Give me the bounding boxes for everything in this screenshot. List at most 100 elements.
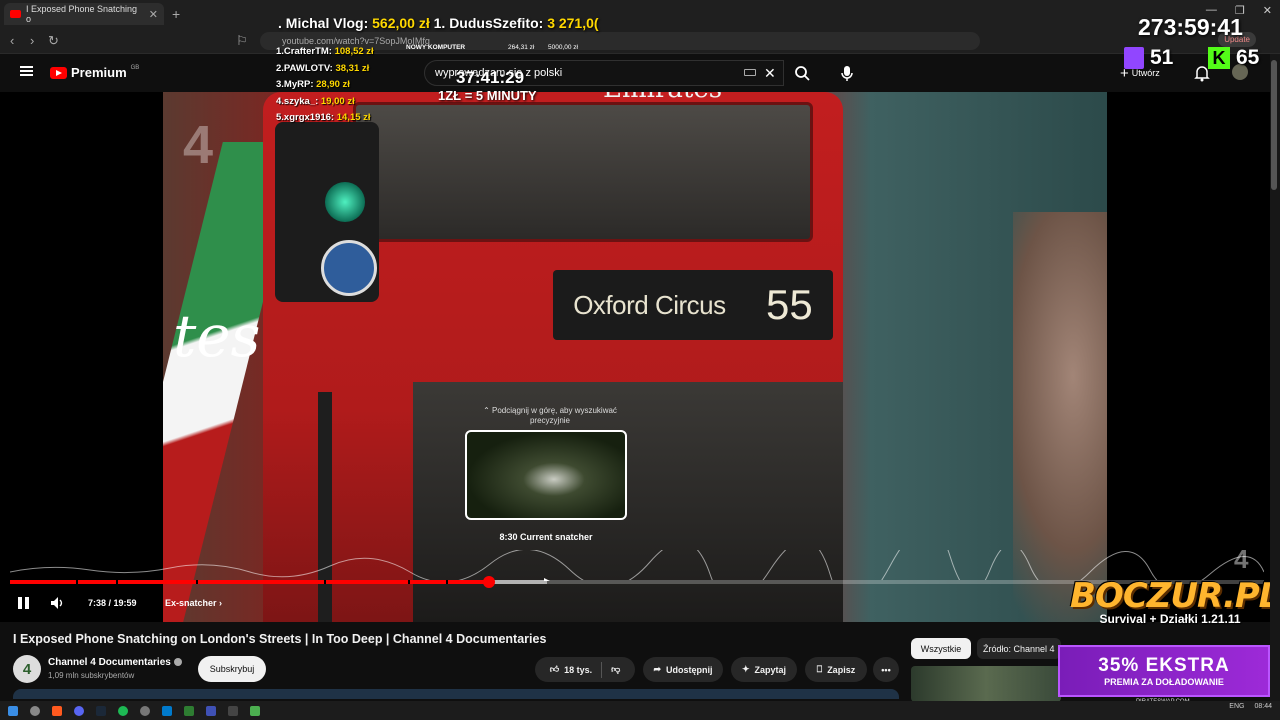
- scrub-hint: ⌃ Podciągnij w górę, aby wyszukiwać prec…: [483, 406, 617, 425]
- search-taskbar-icon[interactable]: [30, 705, 40, 716]
- region-badge: GB: [130, 65, 140, 71]
- browser-tab[interactable]: I Exposed Phone Snatching o ✕: [4, 3, 164, 25]
- subscriber-count: 1,09 mln subskrybentów: [48, 671, 135, 680]
- ahead-only-sign: [321, 240, 377, 296]
- goal-label: NOWY KOMPUTER: [406, 44, 466, 51]
- promo-banner: 35% EKSTRA PREMIA ZA DOŁADOWANIE: [1058, 645, 1270, 697]
- bus-upper-window: [353, 102, 813, 242]
- search-button[interactable]: [786, 60, 820, 86]
- windows-taskbar: [0, 701, 1280, 720]
- chapter-button[interactable]: Ex-snatcher ›: [165, 598, 222, 608]
- obs-icon[interactable]: [140, 705, 150, 716]
- app-icon[interactable]: [206, 705, 216, 716]
- vscode-icon[interactable]: [162, 705, 172, 716]
- dislike-button[interactable]: 👎︎: [611, 664, 620, 675]
- kick-count: 65: [1236, 46, 1260, 69]
- sparkle-icon: ✦: [741, 664, 750, 674]
- mouse-cursor: [544, 578, 550, 581]
- language-indicator[interactable]: ENG: [1229, 703, 1244, 710]
- goal-progress: 264,31 zł: [508, 44, 535, 51]
- like-count: 18 tys.: [564, 664, 593, 675]
- forward-icon[interactable]: ›: [30, 33, 34, 48]
- voice-search-button[interactable]: [836, 60, 858, 86]
- youtube-favicon-icon: [10, 10, 21, 18]
- route-number: 55: [766, 281, 813, 328]
- microphone-icon: [841, 66, 853, 81]
- bookmark-icon[interactable]: ⚐: [236, 33, 248, 49]
- preview-thumbnail: [465, 430, 627, 520]
- reload-icon[interactable]: ↻: [48, 33, 59, 49]
- green-arrow-light: [325, 182, 365, 222]
- boczur-title: BOCZUR.PL: [1070, 576, 1280, 616]
- minecraft-icon[interactable]: [250, 705, 260, 716]
- recommended-thumbnail[interactable]: [911, 666, 1061, 702]
- traffic-light-pole: [318, 392, 332, 622]
- terminal-icon[interactable]: [228, 705, 238, 716]
- thumbs-down-icon: 👎︎: [611, 664, 621, 674]
- clear-search-icon[interactable]: ✕: [764, 65, 776, 82]
- new-tab-icon[interactable]: +: [172, 6, 180, 22]
- pause-icon[interactable]: [18, 597, 30, 609]
- subathon-timer-small: 37:41:29: [456, 68, 525, 87]
- windows-start-icon[interactable]: [8, 705, 18, 716]
- scrollbar-thumb[interactable]: [1271, 60, 1277, 190]
- search-icon: [795, 66, 810, 81]
- ask-label: Zapytaj: [754, 664, 787, 675]
- donor-row: 3.MyRP: 28,90 zł: [276, 79, 350, 90]
- chapter-label: Ex-snatcher: [165, 598, 217, 608]
- browser-tab-bar: I Exposed Phone Snatching o ✕ + — ❐ ✕: [0, 0, 1280, 28]
- window-close-icon[interactable]: ✕: [1263, 4, 1272, 17]
- donor-row: 1.CrafterTM: 108,52 zł: [276, 46, 374, 57]
- system-tray: ENG 08:44: [1229, 703, 1272, 710]
- discord-icon[interactable]: [74, 705, 84, 716]
- boczur-subtitle: Survival + Działki 1.21.11: [1099, 612, 1241, 626]
- brave-browser-icon[interactable]: [52, 705, 62, 716]
- clock[interactable]: 08:44: [1254, 703, 1272, 710]
- like-button[interactable]: 👍︎ 18 tys.: [550, 664, 592, 675]
- spotify-icon[interactable]: [118, 705, 128, 716]
- channel-name[interactable]: Channel 4 Documentaries: [48, 657, 171, 668]
- youtube-logo[interactable]: Premium GB: [50, 65, 139, 80]
- subscribe-button[interactable]: Subskrybuj: [198, 656, 266, 682]
- chapter-marker: [116, 580, 118, 584]
- chip-source[interactable]: Źródło: Channel 4: [977, 638, 1061, 659]
- description-box[interactable]: [13, 689, 899, 699]
- youtube-header: Premium GB wyprowadzam się z polski ✕ + …: [0, 54, 1280, 92]
- bus-destination-sign: Oxford Circus 55: [553, 270, 833, 340]
- share-button[interactable]: ➦ Udostępnij: [643, 657, 723, 682]
- ask-button[interactable]: ✦ Zapytaj: [731, 657, 797, 682]
- close-tab-icon[interactable]: ✕: [149, 8, 158, 21]
- thumbs-up-icon: 👍︎: [549, 664, 560, 674]
- video-player[interactable]: tes Emirates Oxford Circus 55 4: [0, 92, 1270, 622]
- channel-avatar[interactable]: 4: [13, 655, 41, 683]
- keyboard-icon[interactable]: [744, 69, 756, 76]
- steam-icon[interactable]: [96, 705, 106, 716]
- chapter-marker: [446, 580, 448, 584]
- twitch-viewers: 51: [1124, 46, 1173, 70]
- donor-label: . Michal Vlog:: [278, 15, 373, 31]
- promo-subtext: PREMIA ZA DOŁADOWANIE: [1104, 677, 1224, 687]
- video-frame: tes Emirates Oxford Circus 55: [163, 92, 1107, 622]
- app-icon[interactable]: [184, 705, 194, 716]
- tab-title: I Exposed Phone Snatching o: [25, 4, 138, 24]
- logo-text: Premium: [71, 65, 127, 80]
- share-label: Udostępnij: [666, 664, 713, 675]
- more-actions-button[interactable]: •••: [873, 657, 899, 682]
- top-donations-ticker: . Michal Vlog: 562,00 zł 1. DudusSzefito…: [278, 15, 599, 31]
- time-display: 7:38 / 19:59: [88, 598, 137, 608]
- twitch-icon: [1124, 47, 1144, 69]
- destination-text: Oxford Circus: [573, 289, 726, 320]
- preview-caption: 8:30 Current snatcher: [499, 532, 593, 542]
- donor-row: 4.szyka_: 19,00 zł: [276, 95, 355, 107]
- twitch-count: 51: [1150, 46, 1174, 69]
- volume-icon[interactable]: [50, 596, 66, 610]
- chip-all[interactable]: Wszystkie: [911, 638, 971, 659]
- menu-icon[interactable]: [20, 66, 33, 76]
- share-icon: ➦: [653, 664, 662, 674]
- progress-played: [10, 580, 490, 584]
- back-icon[interactable]: ‹: [10, 33, 14, 48]
- promo-headline: 35% EKSTRA: [1098, 655, 1230, 676]
- channel4-watermark-icon: 4: [183, 115, 214, 175]
- donation-amount: 562,00 zł: [372, 15, 430, 31]
- save-button[interactable]: ⎕ Zapisz: [805, 657, 867, 682]
